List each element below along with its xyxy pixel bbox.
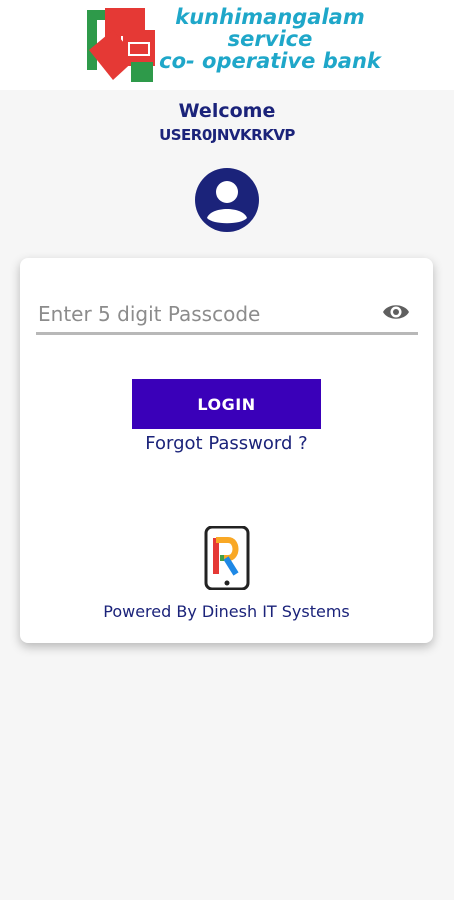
powered-by-text: Powered By Dinesh IT Systems bbox=[103, 602, 350, 621]
login-card: LOGIN Forgot Password ? Powered By Dines… bbox=[20, 258, 433, 643]
bank-name-line3: co- operative bank bbox=[159, 49, 381, 73]
passcode-input[interactable] bbox=[36, 296, 370, 332]
login-button[interactable]: LOGIN bbox=[132, 379, 321, 429]
user-avatar-icon bbox=[195, 168, 259, 232]
bank-name: kunhimangalam service co- operative bank bbox=[140, 6, 400, 72]
forgot-password-link[interactable]: Forgot Password ? bbox=[20, 433, 433, 454]
passcode-field bbox=[36, 296, 418, 335]
welcome-title: Welcome bbox=[178, 100, 276, 122]
bank-name-line2: service bbox=[227, 27, 313, 51]
app-header: kunhimangalam service co- operative bank bbox=[0, 0, 454, 90]
eye-icon[interactable] bbox=[382, 302, 410, 322]
bank-name-line1: kunhimangalam bbox=[175, 5, 365, 29]
phone-r-logo-icon bbox=[204, 526, 250, 590]
user-code: USER0JNVKRKVP bbox=[159, 126, 295, 144]
